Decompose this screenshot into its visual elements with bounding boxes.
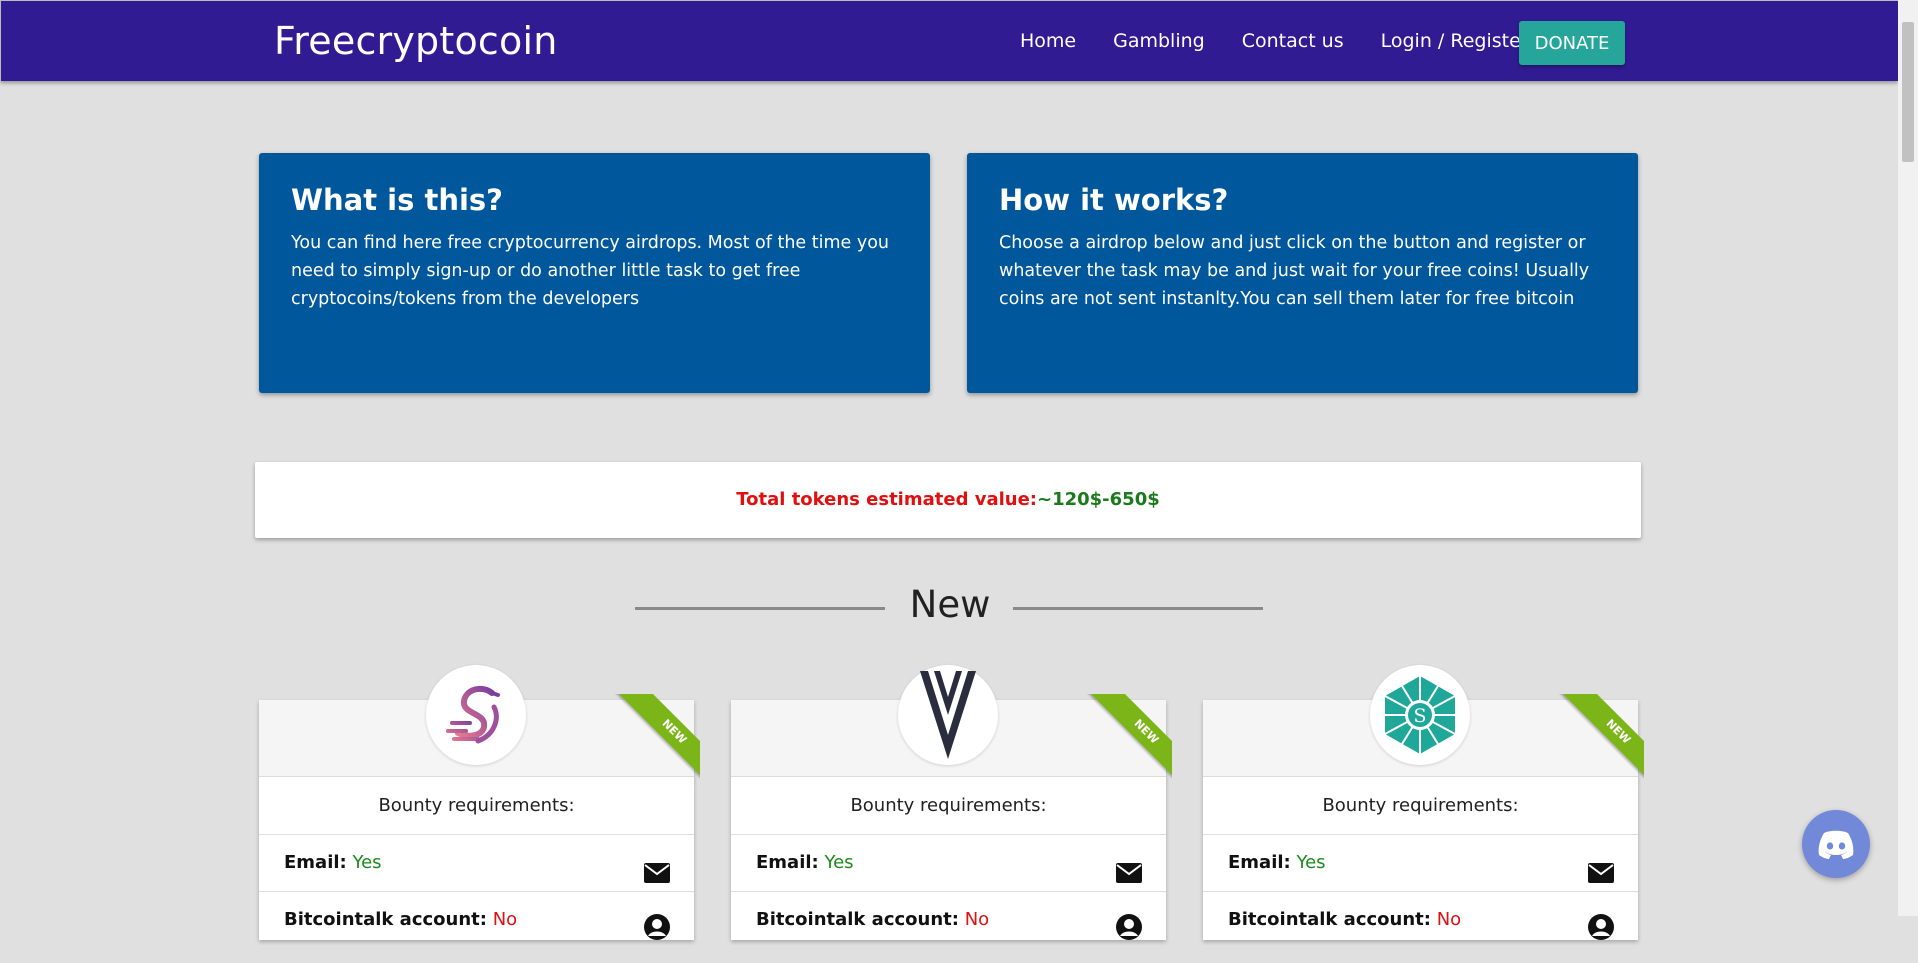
bitcointalk-requirement-row: Bitcointalk account: No	[731, 892, 1166, 949]
new-ribbon-label: NEW	[1560, 694, 1644, 788]
brand-logo-link[interactable]: Freecryptocoin	[274, 19, 558, 63]
email-label: Email:	[756, 852, 819, 873]
email-requirement-row: Email: Yes	[1203, 835, 1638, 892]
nav-links: Home Gambling Contact us Login / Registe…	[1020, 30, 1566, 52]
donate-button[interactable]: DONATE	[1519, 21, 1625, 65]
new-ribbon: NEW	[606, 694, 700, 788]
bitcointalk-requirement-row: Bitcointalk account: No	[259, 892, 694, 949]
top-navbar: Freecryptocoin Home Gambling Contact us …	[0, 0, 1898, 81]
bitcointalk-label: Bitcointalk account:	[756, 909, 959, 930]
new-ribbon: NEW	[1078, 694, 1172, 788]
section-divider-left	[635, 607, 885, 610]
bitcointalk-label: Bitcointalk account:	[1228, 909, 1431, 930]
new-ribbon-label: NEW	[1088, 694, 1172, 788]
email-label: Email:	[284, 852, 347, 873]
estimated-value-banner: Total tokens estimated value:~120$-650$	[255, 462, 1641, 538]
card-text: Choose a airdrop below and just click on…	[999, 233, 1590, 309]
email-requirement-row: Email: Yes	[731, 835, 1166, 892]
user-circle-icon	[644, 907, 670, 963]
email-value: Yes	[824, 852, 854, 873]
email-requirement-row: Email: Yes	[259, 835, 694, 892]
airdrop-card[interactable]: NEW Bounty requirements: Email: Yes Bitc…	[259, 665, 700, 949]
email-label: Email:	[1228, 852, 1291, 873]
scrollbar-thumb[interactable]	[1902, 22, 1914, 162]
section-title: New	[909, 583, 991, 626]
bitcointalk-value: No	[964, 909, 990, 930]
svg-text:S: S	[1413, 705, 1426, 727]
card-title: How it works?	[999, 183, 1229, 217]
estimated-value-amount: ~120$-650$	[1037, 489, 1160, 510]
discord-icon	[1818, 830, 1854, 859]
nav-gambling-link[interactable]: Gambling	[1113, 30, 1205, 52]
nav-home-link[interactable]: Home	[1020, 30, 1076, 52]
double-v-icon	[898, 665, 998, 765]
bitcointalk-label: Bitcointalk account:	[284, 909, 487, 930]
how-it-works-card: How it works? Choose a airdrop below and…	[967, 153, 1638, 393]
bitcointalk-value: No	[1436, 909, 1462, 930]
bitcointalk-requirement-row: Bitcointalk account: No	[1203, 892, 1638, 949]
nav-contact-link[interactable]: Contact us	[1242, 30, 1344, 52]
nav-login-register-link[interactable]: Login / Register	[1381, 30, 1529, 52]
section-divider-right	[1013, 607, 1263, 610]
card-title: What is this?	[291, 183, 503, 217]
email-value: Yes	[1296, 852, 1326, 873]
what-is-this-card: What is this? You can find here free cry…	[259, 153, 930, 393]
new-ribbon-label: NEW	[616, 694, 700, 788]
new-ribbon: NEW	[1550, 694, 1644, 788]
airdrop-card[interactable]: NEW Bounty requirements: Email: Yes Bitc…	[731, 665, 1172, 949]
estimated-value-label: Total tokens estimated value:	[736, 489, 1037, 510]
gem-s-icon: S	[1370, 665, 1470, 765]
user-circle-icon	[1588, 907, 1614, 963]
swan-icon	[426, 665, 526, 765]
page-scrollbar[interactable]	[1898, 0, 1918, 916]
airdrop-card[interactable]: S NEW Bounty requirements: Email: Yes Bi…	[1203, 665, 1644, 949]
card-text: You can find here free cryptocurrency ai…	[291, 233, 889, 309]
user-circle-icon	[1116, 907, 1142, 963]
email-value: Yes	[352, 852, 382, 873]
discord-chat-button[interactable]	[1802, 810, 1870, 878]
bitcointalk-value: No	[492, 909, 518, 930]
